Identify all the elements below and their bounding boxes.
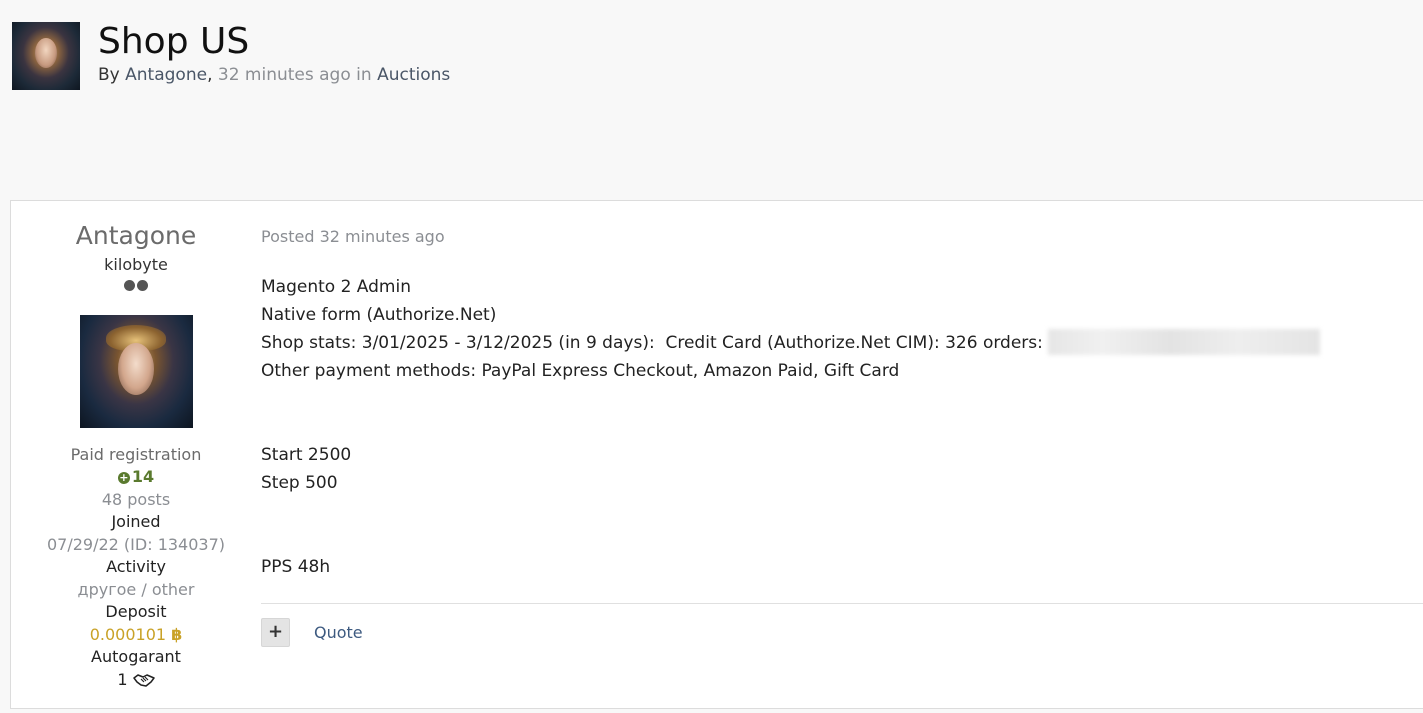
author-avatar-small[interactable] [12,22,80,90]
meta-time: 32 minutes ago [217,65,351,85]
activity-value: другое / other [77,580,195,599]
post-line: PPS 48h [261,557,331,577]
deposit-label: Deposit [105,602,167,621]
topic-title: Shop US [98,21,250,62]
rank-dot-icon [137,280,148,291]
post-line: Start 2500 [261,445,352,465]
handshake-icon [132,674,155,687]
post-line-text: Shop stats: 3/01/2025 - 3/12/2025 (in 9 … [261,333,1049,353]
rank-dots [11,279,261,295]
post-body: Magento 2 Admin Native form (Authorize.N… [261,273,1321,581]
author-name-link[interactable]: Antagone [11,221,261,251]
reputation-plus-icon: + [117,471,130,484]
post-line: Native form (Authorize.Net) [261,305,497,325]
post-line [261,497,1320,525]
meta-by: By [98,65,120,85]
post-line: Magento 2 Admin [261,277,411,297]
post-line [261,385,1320,413]
post-content: Posted 32 minutes ago Magento 2 Admin Na… [261,201,1423,708]
autogarant-label: Autogarant [91,647,181,666]
meta-author-link[interactable]: Antagone [125,65,207,85]
meta-in: in [356,65,372,85]
multiquote-plus-button[interactable]: + [261,618,290,647]
author-posts[interactable]: 48 posts [11,490,261,510]
topic-meta: By Antagone, 32 minutes ago in Auctions [98,65,450,85]
post-line: Other payment methods: PayPal Express Ch… [261,361,900,381]
quote-button[interactable]: Quote [314,623,363,642]
post-line: Step 500 [261,473,338,493]
author-group: Paid registration [70,445,202,464]
post-divider [261,603,1423,604]
blurred-content [1048,329,1321,355]
posted-time[interactable]: Posted 32 minutes ago [261,227,445,246]
author-avatar[interactable] [80,315,193,428]
reputation-value: 14 [131,467,155,486]
joined-label: Joined [111,512,161,531]
author-reputation: +14 [11,467,261,487]
joined-value: 07/29/22 (ID: 134037) [46,535,226,554]
post-card: Antagone kilobyte Paid registration +14 … [10,200,1423,709]
meta-forum-link[interactable]: Auctions [377,65,450,85]
rank-dot-icon [124,280,135,291]
author-rank: kilobyte [104,255,168,274]
topic-header: Shop US By Antagone, 32 minutes ago in A… [12,21,1412,92]
meta-comma: , [207,65,213,85]
activity-label: Activity [106,557,166,576]
post-line-stats: Shop stats: 3/01/2025 - 3/12/2025 (in 9 … [261,329,1321,357]
post-line [261,413,1320,441]
bitcoin-icon: ฿ [171,625,183,644]
deposit-value: 0.000101 [89,625,167,644]
post-line [261,525,1320,553]
autogarant-value-row: 1 [11,670,261,690]
autogarant-value: 1 [117,670,128,689]
deposit-value-row: 0.000101 ฿ [11,625,261,645]
